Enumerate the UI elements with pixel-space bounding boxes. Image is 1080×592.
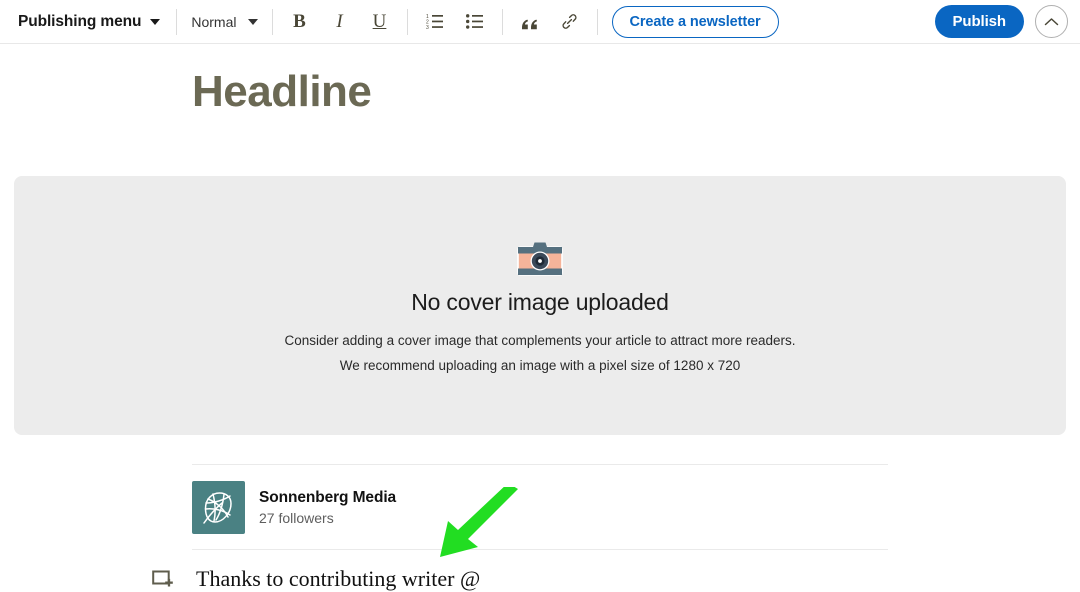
publish-button[interactable]: Publish (934, 5, 1024, 38)
add-block-icon[interactable] (152, 568, 174, 590)
author-byline: Sonnenberg Media 27 followers (192, 464, 888, 550)
cover-placeholder-description: Consider adding a cover image that compl… (285, 329, 796, 379)
underline-button[interactable]: U (367, 9, 393, 35)
blockquote-button[interactable] (517, 6, 543, 38)
toolbar-divider (596, 8, 598, 35)
cover-placeholder-title: No cover image uploaded (411, 289, 669, 315)
toolbar-divider (406, 8, 408, 35)
toolbar-divider (176, 8, 178, 35)
publishing-menu-label: Publishing menu (18, 12, 142, 30)
editor-toolbar: Publishing menu Normal B I U 1 2 3 Creat… (0, 0, 1080, 44)
chevron-down-icon (247, 18, 258, 25)
bulleted-list-button[interactable] (462, 9, 488, 35)
cover-description-line-1: Consider adding a cover image that compl… (284, 333, 796, 348)
toolbar-divider (501, 8, 503, 35)
article-body-text[interactable]: Thanks to contributing writer @ (196, 566, 480, 592)
headline-input[interactable]: Headline (0, 44, 1080, 119)
create-newsletter-button[interactable]: Create a newsletter (611, 5, 779, 38)
article-body-row: Thanks to contributing writer @ (152, 566, 480, 592)
author-follower-count: 27 followers (259, 510, 334, 526)
svg-text:3: 3 (426, 25, 429, 29)
chevron-down-icon (150, 18, 161, 25)
author-info: Sonnenberg Media 27 followers (259, 489, 396, 526)
toolbar-right-actions: Publish (934, 5, 1068, 38)
article-editor-canvas: Headline No cover image uploaded Conside… (0, 44, 1080, 591)
text-style-label: Normal (191, 13, 237, 30)
author-name: Sonnenberg Media (259, 489, 397, 506)
collapse-button[interactable] (1035, 5, 1068, 38)
camera-icon (517, 242, 563, 276)
publishing-menu-dropdown[interactable]: Publishing menu (16, 11, 162, 33)
list-format-group: 1 2 3 (422, 9, 488, 35)
toolbar-divider (271, 8, 273, 35)
cover-image-placeholder[interactable]: No cover image uploaded Consider adding … (14, 176, 1066, 435)
text-style-dropdown[interactable]: Normal (191, 13, 258, 30)
link-icon[interactable] (557, 9, 583, 35)
insert-group (517, 6, 583, 38)
chevron-up-icon (1044, 17, 1059, 25)
cover-description-line-2: We recommend uploading an image with a p… (339, 357, 741, 373)
avatar[interactable] (192, 481, 245, 534)
ordered-list-button[interactable]: 1 2 3 (422, 9, 448, 35)
bold-button[interactable]: B (287, 9, 313, 35)
italic-button[interactable]: I (327, 9, 353, 35)
leaf-globe-logo-icon (203, 492, 232, 524)
text-format-group: B I U (287, 9, 393, 35)
